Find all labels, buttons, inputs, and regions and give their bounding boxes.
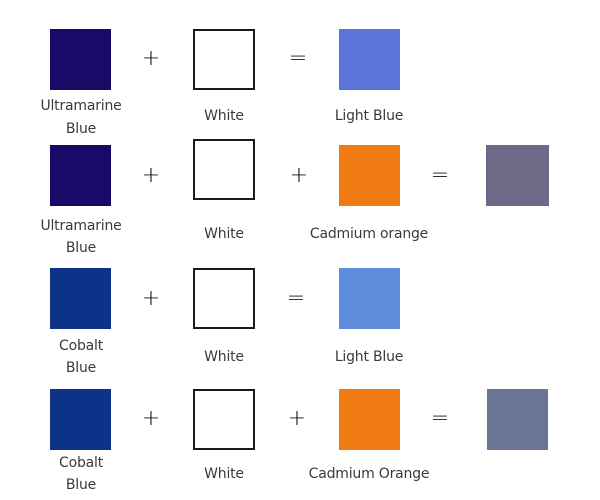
label-cadmium-orange: Cadmium orange [309,226,429,242]
label-cobalt: Cobalt [59,338,103,354]
plus-sign: + [141,286,161,311]
swatch-ultramarine-blue [50,145,111,206]
label-white: White [204,466,244,482]
plus-sign: + [141,46,161,71]
swatch-result-grey-violet [486,145,549,206]
equals-sign: = [430,406,450,431]
swatch-result-grey-blue [487,389,548,450]
label-blue: Blue [65,240,97,256]
swatch-light-blue [339,268,400,329]
plus-sign: + [141,406,161,431]
label-blue: Blue [65,121,97,137]
label-light-blue: Light Blue [334,108,404,124]
swatch-white [193,29,255,90]
swatch-light-blue [339,29,400,90]
label-light-blue: Light Blue [334,349,404,365]
swatch-cadmium-orange [339,389,400,450]
label-ultramarine: Ultramarine [40,218,122,234]
plus-sign: + [141,163,161,188]
equals-sign: = [286,286,306,311]
swatch-white [193,139,255,200]
swatch-ultramarine-blue [50,29,111,90]
label-blue: Blue [65,477,97,493]
label-blue: Blue [65,360,97,376]
equals-sign: = [288,46,308,71]
label-cadmium-orange: Cadmium Orange [308,466,430,482]
swatch-cobalt-blue [50,389,111,450]
swatch-white [193,268,255,329]
label-white: White [204,108,244,124]
equals-sign: = [430,163,450,188]
swatch-cadmium-orange [339,145,400,206]
label-white: White [204,349,244,365]
plus-sign: + [287,406,307,431]
label-cobalt: Cobalt [59,455,103,471]
label-white: White [204,226,244,242]
swatch-cobalt-blue [50,268,111,329]
swatch-white [193,389,255,450]
plus-sign: + [289,163,309,188]
label-ultramarine: Ultramarine [40,98,122,114]
